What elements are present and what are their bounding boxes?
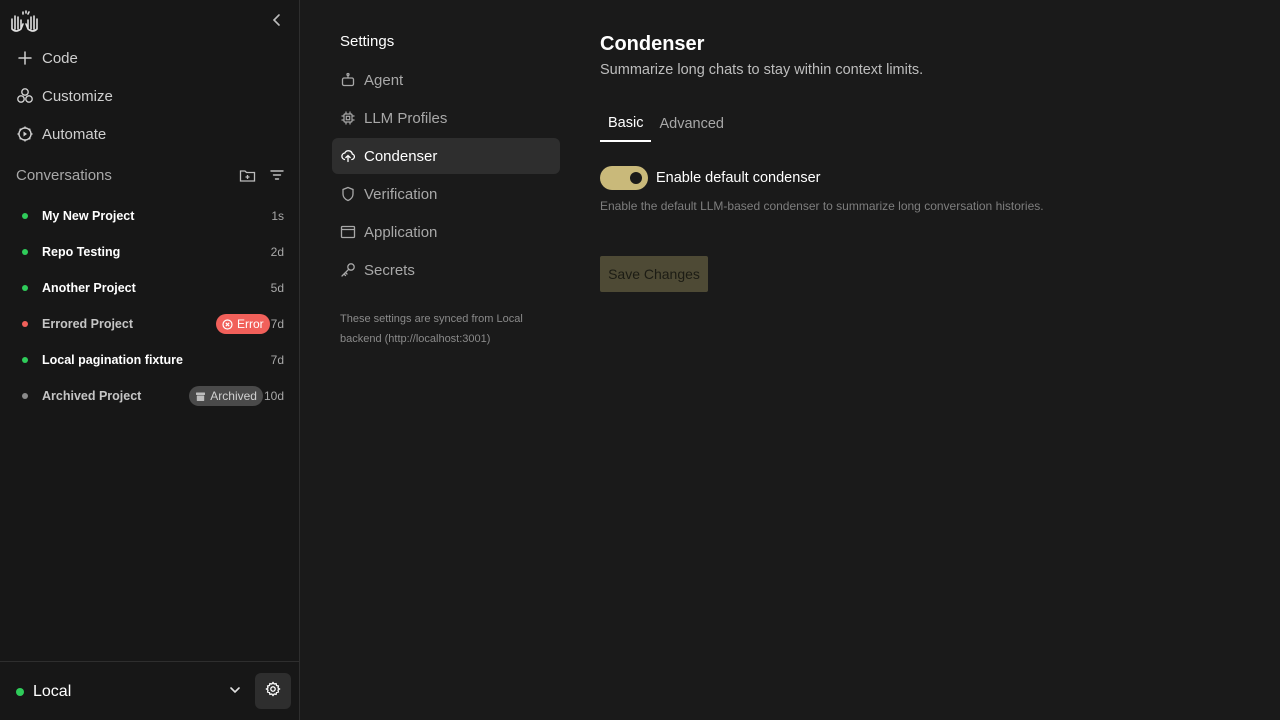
error-circle-icon: [222, 318, 233, 330]
archived-badge-label: Archived: [210, 389, 257, 403]
automate-gear-icon: [16, 125, 34, 143]
tab-advanced[interactable]: Advanced: [651, 106, 732, 142]
toggle-label: Enable default condenser: [656, 170, 821, 186]
settings-item-label: Verification: [364, 185, 438, 203]
nav-code-label: Code: [42, 49, 78, 67]
conversation-item[interactable]: My New Project 1s: [16, 202, 284, 230]
conversation-name: Errored Project: [42, 317, 134, 331]
conversation-time: 7d: [270, 353, 284, 367]
settings-item-label: Agent: [364, 71, 404, 89]
nav-automate[interactable]: Automate: [16, 120, 106, 148]
window-icon: [340, 224, 356, 240]
key-icon: [340, 262, 356, 278]
nav-customize[interactable]: Customize: [16, 82, 113, 110]
archive-box-icon: [195, 391, 206, 402]
status-dot: [22, 285, 28, 291]
settings-item-verification[interactable]: Verification: [332, 176, 560, 212]
settings-item-llm-profiles[interactable]: LLM Profiles: [332, 100, 560, 136]
conversation-item[interactable]: Archived Project Archived 10d: [16, 382, 284, 410]
settings-item-label: Secrets: [364, 261, 415, 279]
status-dot: [22, 249, 28, 255]
page-subtitle: Summarize long chats to stay within cont…: [600, 62, 924, 78]
settings-item-application[interactable]: Application: [332, 214, 560, 250]
conversation-name: Repo Testing: [42, 245, 121, 259]
conversation-item[interactable]: Another Project 5d: [16, 274, 284, 302]
status-dot: [22, 321, 28, 327]
settings-item-condenser[interactable]: Condenser: [332, 138, 560, 174]
save-changes-button[interactable]: Save Changes: [600, 256, 708, 292]
conversation-name: My New Project: [42, 209, 135, 223]
cloud-upload-icon: [340, 148, 356, 164]
conversation-name: Archived Project: [42, 389, 142, 403]
conversation-item[interactable]: Repo Testing 2d: [16, 238, 284, 266]
sync-note: These settings are synced from Local bac…: [340, 313, 523, 345]
toggle-knob: [630, 172, 642, 184]
settings-item-agent[interactable]: Agent: [332, 62, 560, 98]
chevron-down-icon: [228, 683, 242, 702]
settings-button[interactable]: [255, 673, 291, 709]
conversation-time: 10d: [263, 389, 284, 403]
tab-basic[interactable]: Basic: [600, 106, 652, 142]
plus-icon: [16, 49, 34, 67]
new-folder-icon[interactable]: [238, 166, 256, 184]
conversation-item[interactable]: Local pagination fixture 7d: [16, 346, 284, 374]
settings-title: Settings: [340, 33, 395, 50]
error-badge-label: Error: [236, 317, 264, 331]
status-dot: [22, 393, 28, 399]
hands-logo-icon[interactable]: [8, 9, 42, 33]
nav-customize-label: Customize: [42, 87, 113, 105]
condenser-toggle-row: Enable default condenser: [600, 166, 820, 190]
conversation-item[interactable]: Errored Project Error 7d: [16, 310, 284, 338]
conversations-header: Conversations: [16, 165, 286, 185]
gear-icon: [265, 680, 281, 702]
page-title: Condenser: [600, 33, 705, 55]
enable-condenser-toggle[interactable]: [600, 166, 648, 190]
status-dot: [22, 213, 28, 219]
collapse-sidebar-icon[interactable]: [268, 11, 286, 29]
conversation-time: 1s: [271, 209, 284, 223]
backend-status-dot: [16, 688, 24, 696]
backend-selector[interactable]: Local: [16, 678, 242, 706]
archived-badge: Archived: [189, 386, 263, 406]
tab-bar: Basic Advanced: [600, 106, 732, 142]
conversation-name: Local pagination fixture: [42, 353, 183, 367]
settings-item-label: Application: [364, 223, 438, 241]
conversation-time: 5d: [270, 281, 284, 295]
toggle-help-text: Enable the default LLM-based condenser t…: [600, 199, 1044, 213]
settings-item-label: Condenser: [364, 147, 438, 165]
sidebar-footer: Local: [0, 661, 299, 720]
sidebar: Code Customize Automate Conversations My…: [0, 0, 300, 720]
conversation-name: Another Project: [42, 281, 136, 295]
conversations-title: Conversations: [16, 166, 112, 184]
robot-icon: [340, 72, 356, 88]
settings-item-secrets[interactable]: Secrets: [332, 252, 560, 288]
filter-icon[interactable]: [268, 166, 286, 184]
chip-icon: [340, 110, 356, 126]
error-badge: Error: [215, 314, 270, 334]
shield-icon: [340, 186, 356, 202]
backend-name: Local: [33, 683, 72, 700]
conversation-time: 7d: [270, 317, 284, 331]
settings-item-label: LLM Profiles: [364, 109, 448, 127]
nodes-icon: [16, 87, 34, 105]
conversation-time: 2d: [270, 245, 284, 259]
nav-automate-label: Automate: [42, 125, 107, 143]
nav-code[interactable]: Code: [16, 44, 78, 72]
status-dot: [22, 357, 28, 363]
